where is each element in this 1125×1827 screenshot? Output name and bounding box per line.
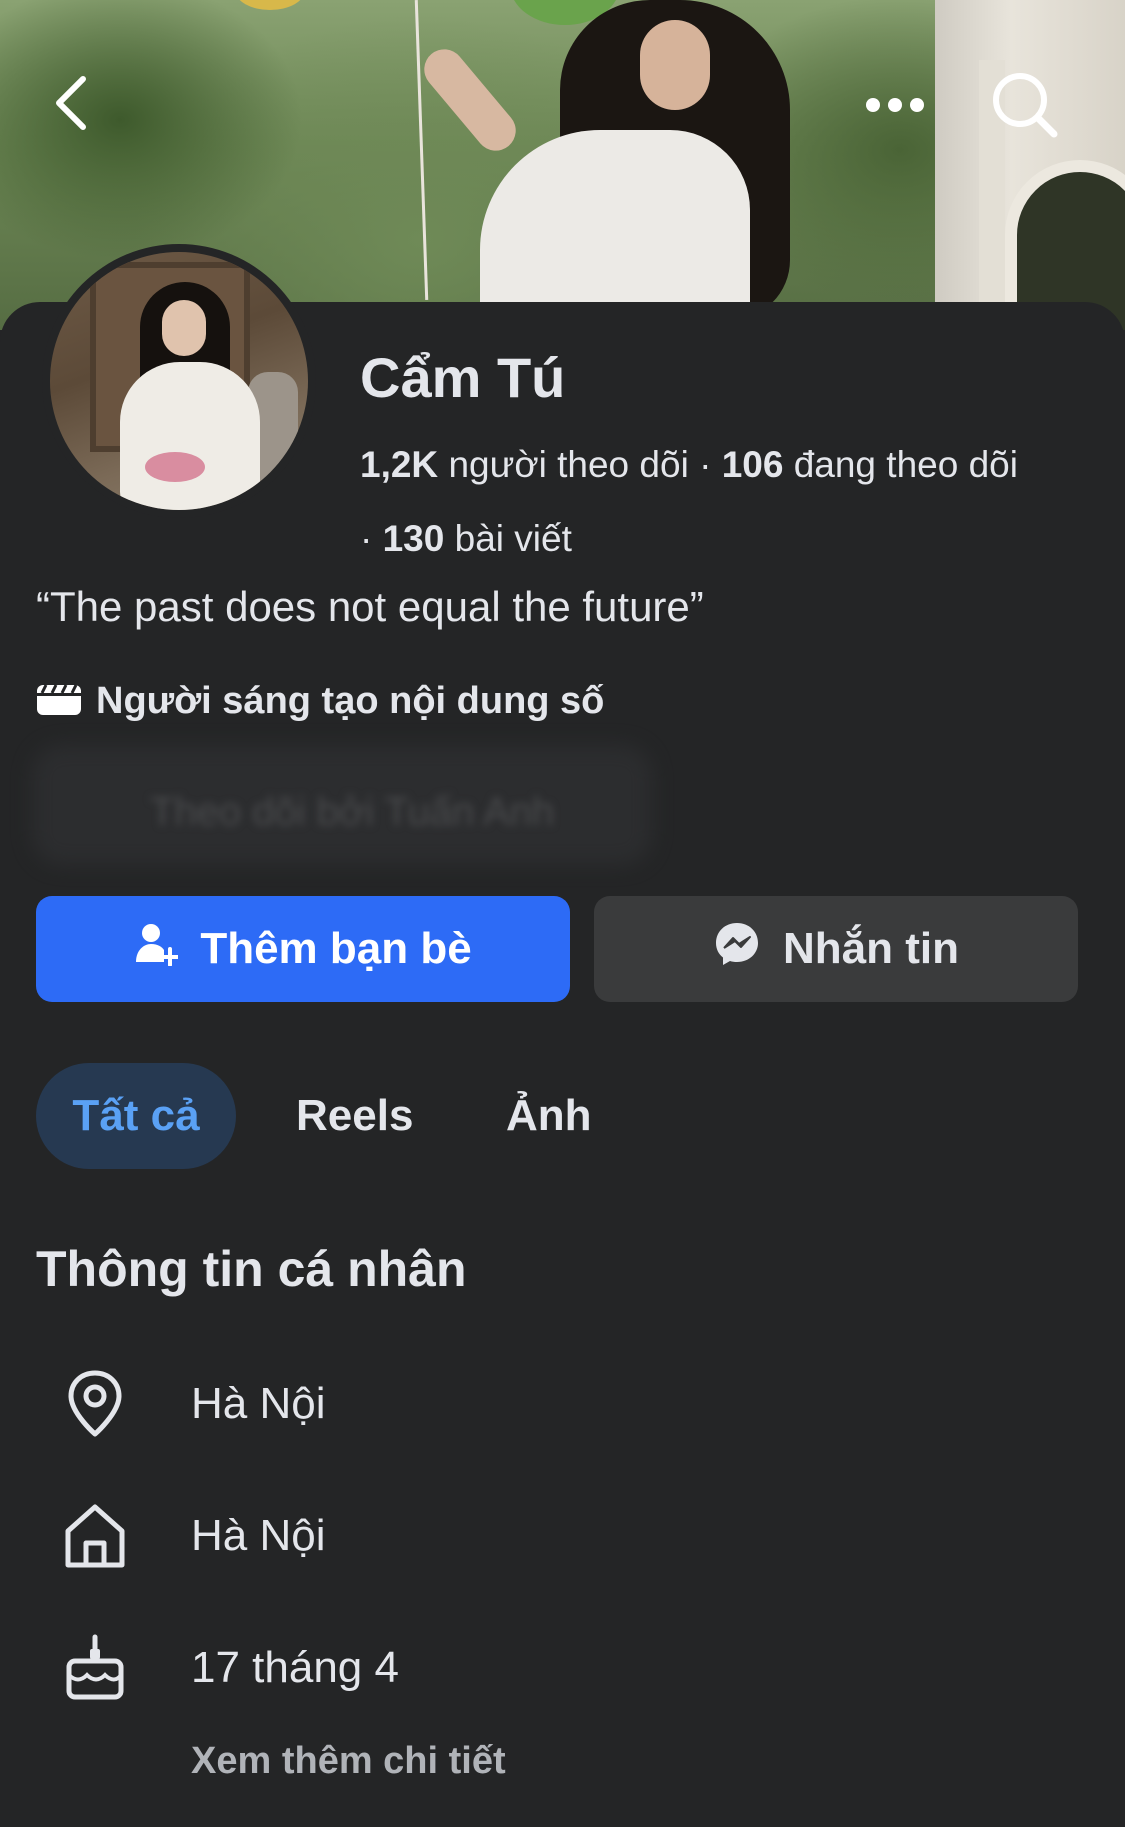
- cover-balloon: [235, 0, 305, 10]
- back-icon[interactable]: [36, 68, 106, 138]
- cover-person-face: [640, 20, 710, 110]
- more-icon[interactable]: [860, 70, 930, 140]
- tab-all[interactable]: Tất cả: [36, 1063, 236, 1169]
- profile-category: Người sáng tạo nội dung số: [36, 678, 604, 724]
- info-row-current-city: Hà Nội: [55, 1364, 326, 1444]
- tab-reels[interactable]: Reels: [296, 1063, 413, 1169]
- messenger-icon: [713, 920, 761, 979]
- separator-dot: ·: [699, 444, 722, 485]
- avatar-photo: [50, 252, 308, 510]
- birthday-cake-icon: [55, 1628, 135, 1708]
- birthday-text: 17 tháng 4: [191, 1643, 399, 1692]
- current-city-text: Hà Nội: [191, 1379, 326, 1428]
- separator-dot: ·: [360, 518, 383, 559]
- followers-count[interactable]: 1,2K: [360, 444, 438, 485]
- category-label: Người sáng tạo nội dung số: [96, 679, 605, 722]
- avatar-face: [162, 300, 206, 356]
- profile-page: Cẩm Tú 1,2K người theo dõi · 106 đang th…: [0, 0, 1125, 1827]
- location-pin-icon: [55, 1364, 135, 1444]
- profile-name: Cẩm Tú: [360, 346, 566, 409]
- info-row-birthday: 17 tháng 4: [55, 1628, 399, 1708]
- home-icon: [55, 1496, 135, 1576]
- following-label[interactable]: đang theo dõi: [794, 444, 1018, 485]
- avatar-dress: [120, 362, 260, 510]
- cover-person-dress: [480, 130, 750, 330]
- cover-balloon-string: [414, 0, 429, 300]
- following-count[interactable]: 106: [722, 444, 784, 485]
- profile-stats: 1,2K người theo dõi · 106 đang theo dõi …: [360, 428, 1100, 576]
- cover-person-arm: [416, 41, 524, 159]
- profile-bio: “The past does not equal the future”: [36, 583, 704, 630]
- info-row-hometown: Hà Nội: [55, 1496, 326, 1576]
- posts-label: bài viết: [454, 518, 572, 559]
- about-title: Thông tin cá nhân: [36, 1241, 467, 1297]
- avatar-flowers: [145, 452, 205, 482]
- search-icon[interactable]: [990, 70, 1060, 140]
- clapperboard-icon: [36, 681, 82, 722]
- followed-by-text[interactable]: Theo dõi bởi Tuấn Anh: [150, 790, 554, 835]
- followers-label[interactable]: người theo dõi: [448, 444, 688, 485]
- hometown-text: Hà Nội: [191, 1511, 326, 1560]
- profile-avatar[interactable]: [42, 244, 316, 518]
- tab-photos[interactable]: Ảnh: [506, 1063, 592, 1169]
- message-label: Nhắn tin: [783, 924, 959, 973]
- posts-count: 130: [382, 518, 445, 559]
- add-friend-button[interactable]: Thêm bạn bè: [36, 896, 570, 1002]
- add-friend-icon: [134, 922, 181, 977]
- see-more-details-link[interactable]: Xem thêm chi tiết: [191, 1740, 506, 1783]
- add-friend-label: Thêm bạn bè: [200, 924, 472, 973]
- message-button[interactable]: Nhắn tin: [594, 896, 1078, 1002]
